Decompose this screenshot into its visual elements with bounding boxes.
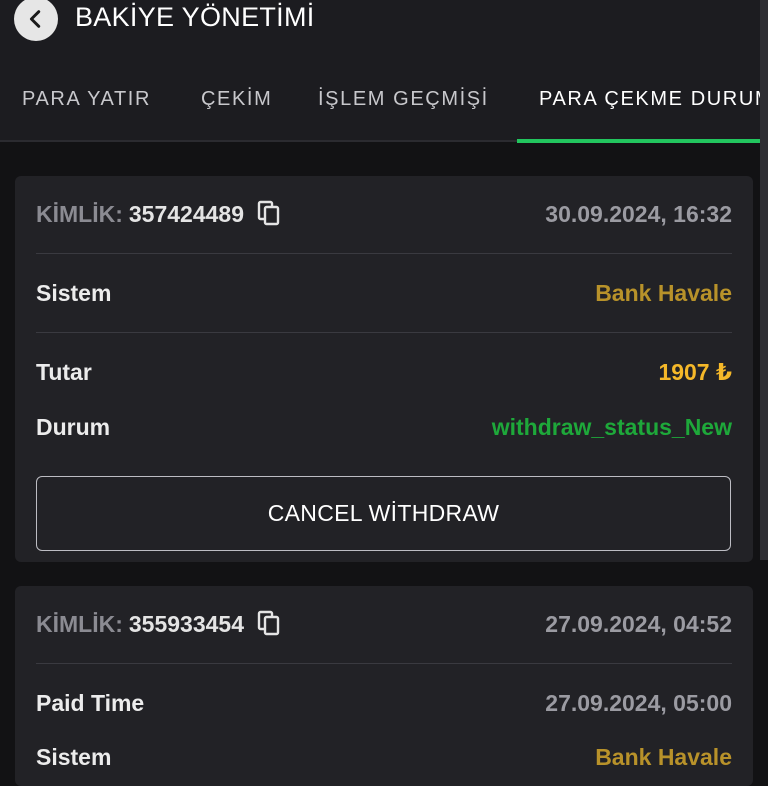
status-label: Durum <box>36 414 111 440</box>
amount-value: 1907 ₺ <box>658 359 732 385</box>
system-value: Bank Havale <box>595 280 732 306</box>
paid-time-value: 27.09.2024, 05:00 <box>545 690 732 716</box>
divider <box>36 663 732 664</box>
active-tab-indicator <box>517 139 768 143</box>
paid-time-label: Paid Time <box>36 690 145 716</box>
withdrawal-card: KİMLİK: 355933454 27.09.2024, 04:52 Paid … <box>15 586 753 786</box>
paid-time-row: Paid Time 27.09.2024, 05:00 <box>36 690 732 730</box>
divider <box>36 253 732 254</box>
scrollbar[interactable] <box>760 0 768 560</box>
system-label: Sistem <box>36 280 112 306</box>
system-row: Sistem Bank Havale <box>36 280 732 320</box>
copy-icon[interactable] <box>256 609 282 637</box>
status-row: Durum withdraw_status_New <box>36 414 732 454</box>
id-label: KİMLİK: <box>36 611 123 637</box>
divider <box>36 332 732 333</box>
cancel-withdraw-button[interactable]: CANCEL WİTHDRAW <box>36 476 731 551</box>
amount-row: Tutar 1907 ₺ <box>36 359 732 399</box>
tab-bar: PARA YATIR ÇEKİM İŞLEM GEÇMİŞİ PARA ÇEKM… <box>0 56 768 142</box>
tab-transaction-history[interactable]: İŞLEM GEÇMİŞİ <box>318 88 489 111</box>
page-title: BAKİYE YÖNETİMİ <box>75 2 315 32</box>
status-value: withdraw_status_New <box>491 414 732 440</box>
tab-withdrawal-status[interactable]: PARA ÇEKME DURUMU <box>539 88 768 111</box>
withdrawal-date: 27.09.2024, 04:52 <box>545 611 732 637</box>
withdrawal-id: 355933454 <box>128 611 244 637</box>
copy-icon[interactable] <box>256 199 282 227</box>
app-header: BAKİYE YÖNETİMİ <box>0 0 768 56</box>
amount-label: Tutar <box>36 359 92 385</box>
system-row: Sistem Bank Havale <box>36 744 732 784</box>
withdrawal-id: 357424489 <box>128 201 244 227</box>
back-button[interactable] <box>14 0 58 41</box>
system-label: Sistem <box>36 744 112 770</box>
withdrawal-card: KİMLİK: 357424489 30.09.2024, 16:32 Siste… <box>15 176 753 562</box>
tab-withdraw[interactable]: ÇEKİM <box>201 88 272 111</box>
system-value: Bank Havale <box>595 744 732 770</box>
withdrawal-id-row: KİMLİK: 355933454 27.09.2024, 04:52 <box>36 611 732 651</box>
id-label: KİMLİK: <box>36 201 123 227</box>
tab-deposit[interactable]: PARA YATIR <box>22 88 151 111</box>
chevron-left-icon <box>29 10 41 28</box>
withdrawal-id-row: KİMLİK: 357424489 30.09.2024, 16:32 <box>36 201 732 241</box>
withdrawal-date: 30.09.2024, 16:32 <box>545 201 732 227</box>
